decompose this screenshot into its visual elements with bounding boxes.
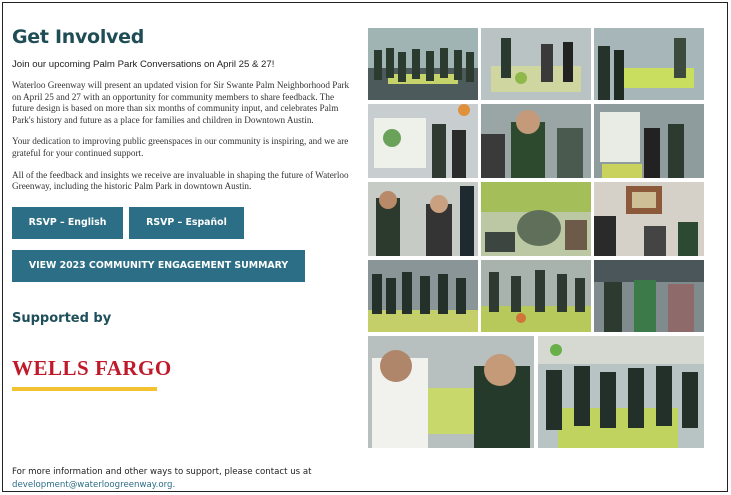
- support-paragraph: Your dedication to improving public gree…: [12, 136, 349, 158]
- supported-by-heading: Supported by: [12, 310, 112, 326]
- wells-fargo-logo: WELLS FARGO: [12, 355, 172, 380]
- contact-info: For more information and other ways to s…: [12, 466, 352, 492]
- intro-paragraph: Waterloo Greenway will present an update…: [12, 80, 350, 125]
- event-subtitle: Join our upcoming Palm Park Conversation…: [12, 59, 275, 70]
- contact-text: For more information and other ways to s…: [12, 467, 312, 477]
- event-photo[interactable]: [368, 104, 478, 178]
- rsvp-espanol-button[interactable]: RSVP – Español: [129, 206, 244, 239]
- photo-gallery: [368, 28, 704, 448]
- event-photo[interactable]: [594, 28, 704, 100]
- event-photo[interactable]: [481, 260, 591, 332]
- logo-underline: [12, 386, 157, 391]
- view-summary-button[interactable]: VIEW 2023 COMMUNITY ENGAGEMENT SUMMARY: [12, 249, 305, 282]
- contact-email-link[interactable]: development@waterloogreenway.org.: [12, 480, 175, 490]
- event-photo[interactable]: [481, 28, 591, 100]
- event-photo[interactable]: [481, 104, 591, 178]
- event-photo[interactable]: [594, 182, 704, 256]
- event-photo[interactable]: [481, 182, 591, 256]
- event-photo[interactable]: [594, 260, 704, 332]
- event-photo[interactable]: [368, 260, 478, 332]
- get-involved-section: Get Involved Join our upcoming Palm Park…: [12, 26, 352, 391]
- rsvp-button-row: RSVP – English RSVP – Español: [12, 206, 352, 239]
- event-photo[interactable]: [594, 104, 704, 178]
- page-title: Get Involved: [12, 26, 144, 48]
- rsvp-english-button[interactable]: RSVP – English: [12, 206, 123, 239]
- feedback-paragraph: All of the feedback and insights we rece…: [12, 169, 349, 192]
- event-photo[interactable]: [538, 336, 704, 448]
- event-photo[interactable]: [368, 336, 534, 448]
- event-photo[interactable]: [368, 182, 478, 256]
- event-photo[interactable]: [368, 28, 478, 100]
